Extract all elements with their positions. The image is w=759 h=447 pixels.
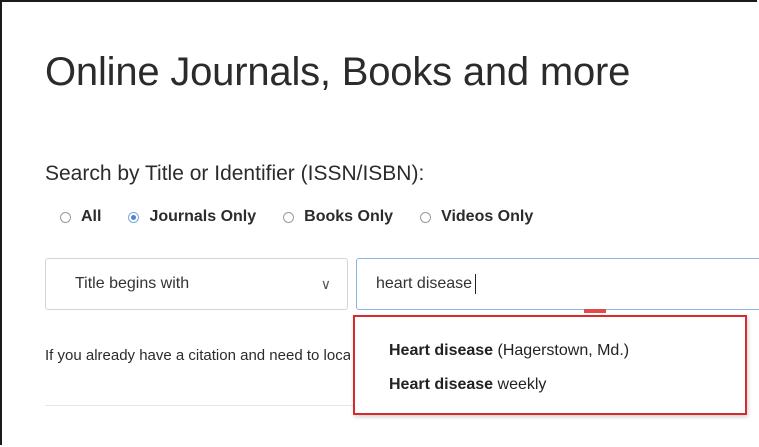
autocomplete-suggestion[interactable]: Heart disease weekly (355, 368, 745, 402)
radio-books-only[interactable]: Books Only (283, 208, 393, 226)
radio-button-journals-only[interactable] (128, 211, 140, 223)
suggestion-match-text: Heart disease (389, 376, 494, 393)
search-input[interactable]: heart disease (356, 258, 759, 310)
radio-label-videos-only: Videos Only (441, 208, 534, 225)
page-title: Online Journals, Books and more (45, 50, 631, 94)
highlight-marker (584, 309, 606, 313)
suggestion-rest-text: (Hagerstown, Md.) (493, 342, 630, 359)
radio-all[interactable]: All (60, 208, 101, 226)
section-divider (45, 405, 355, 406)
text-caret (475, 274, 477, 294)
filter-radio-group: All Journals Only Books Only Videos Only (60, 208, 560, 226)
search-mode-value: Title begins with (75, 275, 190, 292)
radio-label-books-only: Books Only (304, 208, 394, 225)
radio-button-videos-only[interactable] (420, 211, 432, 223)
radio-button-all[interactable] (60, 211, 71, 223)
suggestion-rest-text: weekly (493, 376, 547, 393)
search-mode-select[interactable]: Title begins with ∨ (45, 258, 348, 310)
suggestion-match-text: Heart disease (389, 342, 494, 359)
autocomplete-dropdown: Heart disease (Hagerstown, Md.) Heart di… (353, 315, 747, 415)
radio-videos-only[interactable]: Videos Only (420, 208, 533, 226)
citation-hint-text: If you already have a citation and need … (45, 347, 350, 364)
radio-journals-only[interactable]: Journals Only (128, 208, 256, 226)
autocomplete-suggestion[interactable]: Heart disease (Hagerstown, Md.) (355, 334, 745, 368)
search-input-value: heart disease (376, 275, 473, 292)
radio-label-journals-only: Journals Only (149, 208, 257, 225)
radio-label-all: All (81, 208, 102, 225)
chevron-down-icon: ∨ (320, 275, 331, 292)
search-label: Search by Title or Identifier (ISSN/ISBN… (45, 162, 425, 185)
radio-button-books-only[interactable] (283, 211, 295, 223)
